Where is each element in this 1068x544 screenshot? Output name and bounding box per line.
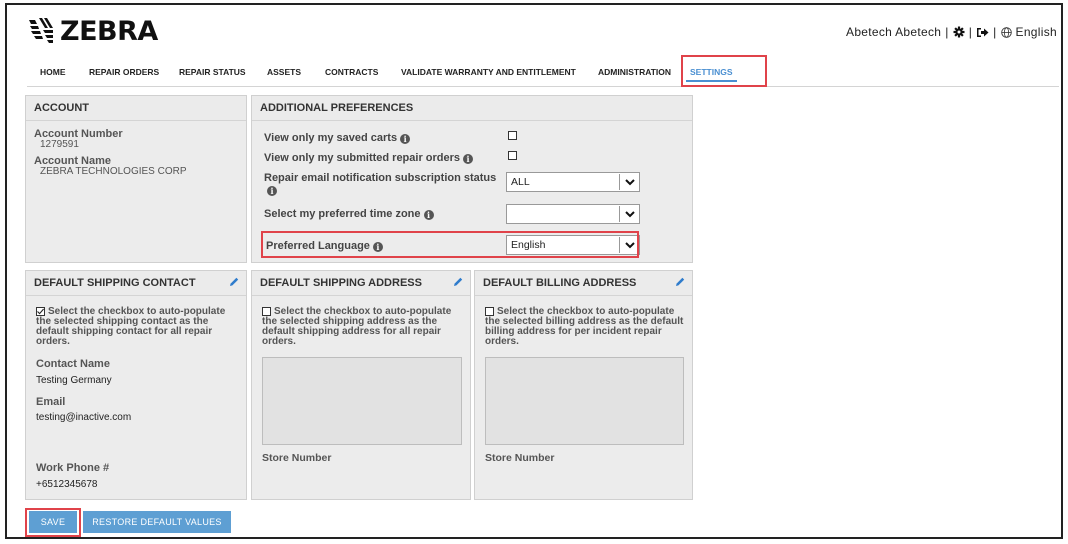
separator: | <box>993 25 997 39</box>
preferences-title: ADDITIONAL PREFERENCES <box>252 96 692 121</box>
billing-address-box[interactable] <box>485 357 684 445</box>
email-value: testing@inactive.com <box>36 412 132 423</box>
email-status-select[interactable]: ALL <box>506 172 640 192</box>
nav-settings[interactable]: SETTINGS <box>686 57 736 86</box>
nav-repair-orders[interactable]: REPAIR ORDERS <box>89 57 159 86</box>
nav-validate-warranty[interactable]: VALIDATE WARRANTY AND ENTITLEMENT <box>401 57 576 86</box>
chevron-down-icon <box>619 206 639 222</box>
info-icon: i <box>400 134 411 144</box>
shipping-contact-checkbox-text: Select the checkbox to auto-populate the… <box>36 306 226 347</box>
account-name-value: ZEBRA TECHNOLOGIES CORP <box>40 166 187 177</box>
language-row: Preferred Language i <box>266 240 383 252</box>
saved-carts-checkbox[interactable] <box>508 131 517 140</box>
zebra-logo[interactable]: ZEBRA <box>26 14 158 48</box>
language-select[interactable]: English <box>506 235 640 255</box>
shipping-store-number-label: Store Number <box>262 452 332 464</box>
submitted-orders-label: View only my submitted repair orders <box>264 152 461 164</box>
account-panel: ACCOUNT Account Number 1279591 Account N… <box>25 95 247 263</box>
info-icon: i <box>423 210 434 220</box>
work-phone-label: Work Phone # <box>36 462 110 474</box>
account-number-value: 1279591 <box>40 139 79 150</box>
saved-carts-label: View only my saved carts <box>264 132 398 144</box>
zebra-head-icon <box>29 18 53 43</box>
billing-address-checkbox-text: Select the checkbox to auto-populate the… <box>485 306 684 347</box>
timezone-label: Select my preferred time zone <box>264 208 421 220</box>
user-name[interactable]: Abetech Abetech <box>846 25 941 39</box>
user-bar: Abetech Abetech | | | English <box>846 25 1057 39</box>
email-status-row: Repair email notification subscription s… <box>264 172 496 196</box>
nav-administration[interactable]: ADMINISTRATION <box>598 57 671 86</box>
pencil-icon[interactable] <box>674 276 686 288</box>
shipping-contact-title: DEFAULT SHIPPING CONTACT <box>26 271 246 296</box>
shipping-contact-panel: DEFAULT SHIPPING CONTACT Select the chec… <box>25 270 247 500</box>
nav-home[interactable]: HOME <box>40 57 66 86</box>
sign-out-icon[interactable] <box>976 27 989 38</box>
separator: | <box>968 25 973 39</box>
app-frame: ZEBRA Abetech Abetech | | | English HOME <box>5 3 1063 539</box>
email-status-value: ALL <box>511 176 530 188</box>
shipping-address-checkbox-text: Select the checkbox to auto-populate the… <box>262 306 452 347</box>
billing-store-number-label: Store Number <box>485 452 555 464</box>
shipping-address-title: DEFAULT SHIPPING ADDRESS <box>252 271 470 296</box>
save-button[interactable]: SAVE <box>29 511 77 533</box>
saved-carts-row: View only my saved carts i <box>264 132 411 144</box>
language-value: English <box>511 239 546 251</box>
nav-contracts[interactable]: CONTRACTS <box>325 57 378 86</box>
pencil-icon[interactable] <box>452 276 464 288</box>
submitted-orders-row: View only my submitted repair orders i <box>264 152 474 164</box>
timezone-select[interactable] <box>506 204 640 224</box>
restore-defaults-button[interactable]: RESTORE DEFAULT VALUES <box>83 511 231 533</box>
info-icon: i <box>267 186 277 196</box>
email-label: Email <box>36 396 66 408</box>
nav-repair-status[interactable]: REPAIR STATUS <box>179 57 246 86</box>
email-status-label: Repair email notification subscription s… <box>264 172 497 184</box>
info-icon: i <box>372 242 383 252</box>
shipping-address-panel: DEFAULT SHIPPING ADDRESS Select the chec… <box>251 270 471 500</box>
billing-address-title: DEFAULT BILLING ADDRESS <box>475 271 692 296</box>
preferences-panel: ADDITIONAL PREFERENCES View only my save… <box>251 95 693 263</box>
contact-name-value: Testing Germany <box>36 375 112 386</box>
chevron-down-icon <box>619 237 639 253</box>
main-nav: HOME REPAIR ORDERS REPAIR STATUS ASSETS … <box>27 57 1059 87</box>
language-link[interactable]: English <box>1016 25 1057 39</box>
brand-name: ZEBRA <box>60 15 158 47</box>
timezone-row: Select my preferred time zone i <box>264 208 434 220</box>
billing-address-panel: DEFAULT BILLING ADDRESS Select the check… <box>474 270 693 500</box>
gear-icon[interactable] <box>953 26 965 38</box>
info-icon: i <box>463 154 474 164</box>
contact-name-label: Contact Name <box>36 358 110 370</box>
chevron-down-icon <box>619 174 639 190</box>
globe-icon <box>1000 26 1012 38</box>
language-label: Preferred Language <box>266 240 370 252</box>
submitted-orders-checkbox[interactable] <box>508 151 517 160</box>
work-phone-value: +6512345678 <box>36 479 98 490</box>
shipping-address-box[interactable] <box>262 357 462 445</box>
separator: | <box>945 25 949 39</box>
account-title: ACCOUNT <box>26 96 246 121</box>
nav-assets[interactable]: ASSETS <box>267 57 301 86</box>
pencil-icon[interactable] <box>228 276 240 288</box>
